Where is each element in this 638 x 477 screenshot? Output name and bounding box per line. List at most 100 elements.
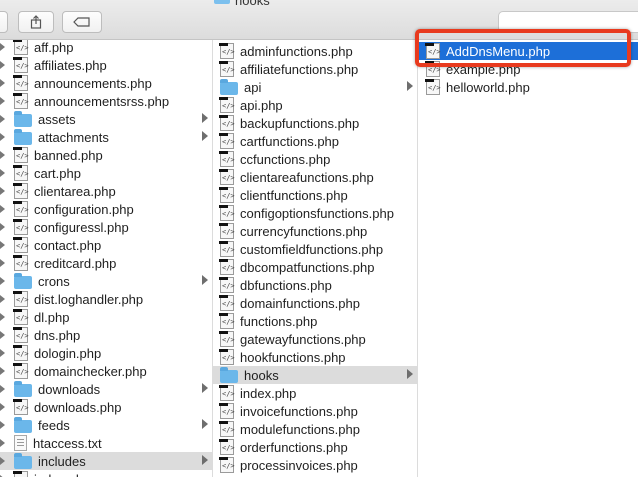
file-item[interactable]: </> configuressl.php — [0, 218, 212, 236]
file-item[interactable]: </> affiliates.php — [0, 56, 212, 74]
file-item[interactable]: </> downloads.php — [0, 398, 212, 416]
expand-marker-icon — [0, 313, 5, 321]
file-item[interactable]: </> configoptionsfunctions.php — [213, 204, 417, 222]
php-file-icon: </> — [13, 363, 29, 379]
file-item[interactable]: </> invoicefunctions.php — [213, 402, 417, 420]
expand-marker-icon — [0, 223, 5, 231]
item-label: dist.loghandler.php — [34, 291, 144, 307]
item-label: downloads.php — [34, 399, 122, 415]
file-item[interactable]: </> index.php — [0, 470, 212, 477]
file-item[interactable]: </> orderfunctions.php — [213, 438, 417, 456]
view-button[interactable] — [0, 11, 8, 33]
file-item[interactable]: </> clientarea.php — [0, 182, 212, 200]
item-label: orderfunctions.php — [240, 439, 348, 455]
item-label: domainfunctions.php — [240, 295, 360, 311]
file-item[interactable]: </> backupfunctions.php — [213, 114, 417, 132]
expand-marker-icon — [0, 421, 5, 429]
php-file-icon: </> — [219, 133, 235, 149]
file-item[interactable]: </> aff.php — [0, 40, 212, 56]
folder-item[interactable]: downloads — [0, 380, 212, 398]
file-item[interactable]: </> ccfunctions.php — [213, 150, 417, 168]
item-label: hookfunctions.php — [240, 349, 346, 365]
folder-item[interactable]: feeds — [0, 416, 212, 434]
file-item[interactable]: </> hookfunctions.php — [213, 348, 417, 366]
expand-marker-icon — [0, 205, 5, 213]
file-item[interactable]: </> gatewayfunctions.php — [213, 330, 417, 348]
folder-item[interactable]: assets — [0, 110, 212, 128]
expand-marker-icon — [0, 385, 5, 393]
php-file-icon: </> — [425, 79, 441, 95]
php-file-icon: </> — [425, 61, 441, 77]
php-file-icon: </> — [13, 183, 29, 199]
chevron-right-icon — [202, 419, 208, 429]
item-label: assets — [38, 111, 76, 127]
search-input[interactable] — [498, 11, 638, 33]
item-label: cart.php — [34, 165, 81, 181]
folder-item[interactable]: api — [213, 78, 417, 96]
file-item[interactable]: </> helloworld.php — [418, 78, 638, 96]
file-item[interactable]: </> dns.php — [0, 326, 212, 344]
file-item[interactable]: </> dl.php — [0, 308, 212, 326]
item-label: configuressl.php — [34, 219, 129, 235]
folder-item[interactable]: crons — [0, 272, 212, 290]
item-label: downloads — [38, 381, 101, 397]
item-label: dl.php — [34, 309, 70, 325]
file-item[interactable]: </> dbfunctions.php — [213, 276, 417, 294]
column-3[interactable]: </> AddDnsMenu.php </> example.php </> hellow… — [418, 40, 638, 477]
share-button[interactable] — [18, 11, 54, 33]
file-item[interactable]: </> configuration.php — [0, 200, 212, 218]
file-item[interactable]: </> customfieldfunctions.php — [213, 240, 417, 258]
file-item[interactable]: </> announcements.php — [0, 74, 212, 92]
file-item[interactable]: </> currencyfunctions.php — [213, 222, 417, 240]
file-item[interactable]: </> example.php — [418, 60, 638, 78]
item-label: clientarea.php — [34, 183, 116, 199]
file-item[interactable]: </> dologin.php — [0, 344, 212, 362]
folder-icon — [220, 366, 238, 383]
file-item[interactable]: </> dist.loghandler.php — [0, 290, 212, 308]
item-label: includes — [38, 453, 86, 469]
item-label: announcements.php — [34, 75, 152, 91]
expand-marker-icon — [0, 349, 5, 357]
php-file-icon: </> — [219, 223, 235, 239]
file-item[interactable]: </> domainfunctions.php — [213, 294, 417, 312]
file-item[interactable]: </> banned.php — [0, 146, 212, 164]
php-file-icon: </> — [13, 471, 29, 477]
file-item[interactable]: </> dbcompatfunctions.php — [213, 258, 417, 276]
file-item[interactable]: </> processinvoices.php — [213, 456, 417, 474]
file-item[interactable]: </> index.php — [213, 384, 417, 402]
file-item[interactable]: htaccess.txt — [0, 434, 212, 452]
php-file-icon: </> — [219, 115, 235, 131]
file-item[interactable]: </> api.php — [213, 96, 417, 114]
folder-item[interactable]: includes — [0, 452, 212, 470]
item-label: modulefunctions.php — [240, 421, 360, 437]
file-item[interactable]: </> announcementsrss.php — [0, 92, 212, 110]
php-file-icon: </> — [219, 277, 235, 293]
file-item[interactable]: </> functions.php — [213, 312, 417, 330]
file-item[interactable]: </> affiliatefunctions.php — [213, 60, 417, 78]
file-item[interactable]: </> clientareafunctions.php — [213, 168, 417, 186]
column-2[interactable]: </> adminfunctions.php </> affiliatefunctio… — [213, 40, 418, 477]
php-file-icon: </> — [13, 291, 29, 307]
column-1[interactable]: </> aff.php </> affiliates.php </> announceme… — [0, 40, 213, 477]
file-item[interactable]: </> modulefunctions.php — [213, 420, 417, 438]
file-item[interactable]: </> cart.php — [0, 164, 212, 182]
file-item[interactable]: </> adminfunctions.php — [213, 42, 417, 60]
item-label: gatewayfunctions.php — [240, 331, 366, 347]
php-file-icon: </> — [219, 151, 235, 167]
tag-button[interactable] — [62, 11, 102, 33]
folder-item[interactable]: hooks — [213, 366, 417, 384]
folder-item[interactable]: attachments — [0, 128, 212, 146]
file-item[interactable]: </> creditcard.php — [0, 254, 212, 272]
php-file-icon: </> — [425, 43, 441, 59]
chevron-right-icon — [202, 275, 208, 285]
chevron-right-icon — [202, 383, 208, 393]
file-item[interactable]: </> cartfunctions.php — [213, 132, 417, 150]
chevron-right-icon — [202, 113, 208, 123]
file-item[interactable]: </> contact.php — [0, 236, 212, 254]
folder-icon — [14, 110, 32, 127]
folder-icon — [14, 416, 32, 433]
item-label: attachments — [38, 129, 109, 145]
file-item[interactable]: </> clientfunctions.php — [213, 186, 417, 204]
file-item[interactable]: </> domainchecker.php — [0, 362, 212, 380]
file-item[interactable]: </> AddDnsMenu.php — [418, 42, 638, 60]
